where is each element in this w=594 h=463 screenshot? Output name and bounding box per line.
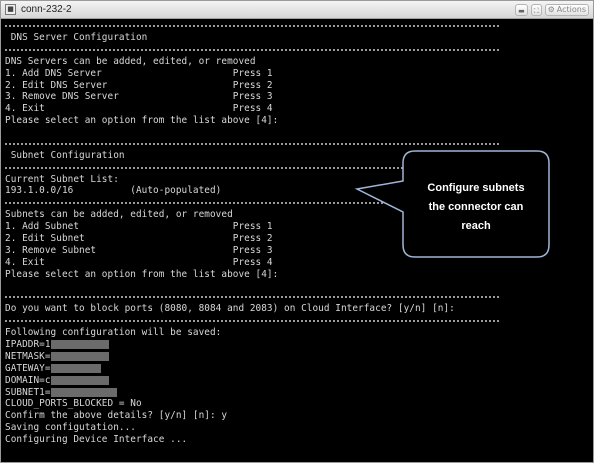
terminal-line-text: DNS Servers can be added, edited, or rem… (5, 55, 256, 67)
separator-line (5, 25, 499, 27)
terminal-line-text: Please select an option from the list ab… (5, 115, 279, 127)
actions-label: Actions (556, 4, 586, 14)
separator-line (5, 320, 499, 323)
terminal-window-icon: ■ (5, 4, 16, 15)
terminal-line: Following configuration will be saved: (5, 327, 221, 338)
terminal-line: Confirm the above details? [y/n] [n]: y (5, 410, 227, 421)
terminal-line-text: 4. Exit Press 4 (5, 103, 273, 115)
redacted-value (50, 363, 101, 373)
config-line-redacted: DOMAIN=c (5, 375, 109, 386)
terminal-line-text: Do you want to block ports (8080, 8084 a… (5, 303, 455, 315)
redacted-value (50, 339, 109, 349)
terminal-line-text: CLOUD_PORTS_BLOCKED = No (5, 398, 142, 410)
terminal-line-text: 1. Add DNS Server Press 1 (5, 67, 273, 79)
terminal-line: 4. Exit Press 4 (5, 103, 273, 114)
terminal-line-text: Following configuration will be saved: (5, 327, 222, 339)
terminal-line: DNS Servers can be added, edited, or rem… (5, 56, 256, 67)
config-line-redacted: GATEWAY= (5, 363, 101, 374)
terminal-line: 2. Edit DNS Server Press 2 (5, 80, 273, 91)
terminal-line-text: DOMAIN=c (5, 374, 51, 386)
terminal-line-text: 193.1.0.0/16 (Auto-populated) (5, 185, 222, 197)
terminal-line: Saving configutation... (5, 422, 136, 433)
terminal-line: 2. Edit Subnet Press 2 (5, 233, 273, 244)
minimize-button[interactable]: ▬ (515, 3, 528, 16)
terminal-line: 1. Add Subnet Press 1 (5, 221, 273, 232)
terminal-line: CLOUD_PORTS_BLOCKED = No (5, 398, 142, 409)
terminal-line-text: Please select an option from the list ab… (5, 268, 279, 280)
gear-icon: ⚙ (547, 4, 555, 14)
terminal-line: Subnets can be added, edited, or removed (5, 209, 233, 220)
terminal-line-text: SUBNET1= (5, 386, 51, 398)
titlebar-controls: ▬ ⛶ ⚙ Actions (515, 3, 589, 16)
separator-line (5, 142, 499, 145)
fullscreen-button[interactable]: ⛶ (530, 3, 542, 16)
terminal-line-text: Configuring Device Interface ... (5, 434, 188, 446)
terminal-line-text: Confirm the above details? [y/n] [n]: y (5, 410, 228, 422)
terminal-line: 4. Exit Press 4 (5, 257, 273, 268)
actions-menu-button[interactable]: ⚙ Actions (544, 3, 589, 16)
terminal-line: Configuring Device Interface ... (5, 434, 187, 445)
config-line-redacted: NETMASK= (5, 351, 109, 362)
terminal-line: DNS Server Configuration (5, 31, 148, 43)
window-titlebar[interactable]: ■ conn-232-2 ▬ ⛶ ⚙ Actions (1, 1, 593, 19)
terminal-line-text: GATEWAY= (5, 362, 51, 374)
terminal-line: Please select an option from the list ab… (5, 115, 278, 126)
terminal-line-text: 2. Edit Subnet Press 2 (5, 233, 273, 244)
terminal-line-text: Subnets can be added, edited, or removed (5, 209, 233, 221)
terminal-line-text: 3. Remove DNS Server Press 3 (5, 91, 273, 103)
separator-line (5, 296, 499, 299)
terminal-line: 3. Remove DNS Server Press 3 (5, 91, 273, 102)
terminal-line: 193.1.0.0/16 (Auto-populated) (5, 185, 221, 196)
terminal-line-text: 3. Remove Subnet Press 3 (5, 244, 273, 256)
terminal-line-text: 4. Exit Press 4 (5, 256, 273, 268)
separator-line (5, 48, 499, 51)
terminal-line-text: DNS Server Configuration (5, 31, 148, 43)
terminal-line: 3. Remove Subnet Press 3 (5, 245, 273, 256)
terminal-window: ■ conn-232-2 ▬ ⛶ ⚙ Actions DNS Server Co… (0, 0, 594, 463)
config-line-redacted: SUBNET1= (5, 387, 117, 398)
terminal-line: Please select an option from the list ab… (5, 269, 278, 280)
redacted-value (50, 375, 109, 385)
callout-text: Configure subnets the connector can reac… (427, 182, 525, 232)
terminal-line-text: 1. Add Subnet Press 1 (5, 221, 273, 233)
terminal-line: Subnet Configuration (5, 150, 125, 161)
config-line-redacted: IPADDR=1 (5, 339, 109, 350)
terminal-line: Do you want to block ports (8080, 8084 a… (5, 303, 455, 314)
terminal-line-text: Current Subnet List: (5, 173, 119, 185)
terminal-line-text: NETMASK= (5, 350, 51, 362)
terminal-line-text: 2. Edit DNS Server Press 2 (5, 79, 273, 91)
redacted-value (50, 351, 109, 361)
redacted-value (50, 387, 117, 397)
terminal-line: Current Subnet List: (5, 174, 119, 185)
window-title: conn-232-2 (21, 4, 72, 15)
terminal-line: 1. Add DNS Server Press 1 (5, 68, 273, 79)
terminal-line-text: Subnet Configuration (5, 149, 125, 161)
callout-annotation: Configure subnets the connector can reac… (354, 149, 550, 259)
terminal-line-text: Saving configutation... (5, 422, 136, 434)
terminal-line-text: IPADDR=1 (5, 338, 51, 350)
